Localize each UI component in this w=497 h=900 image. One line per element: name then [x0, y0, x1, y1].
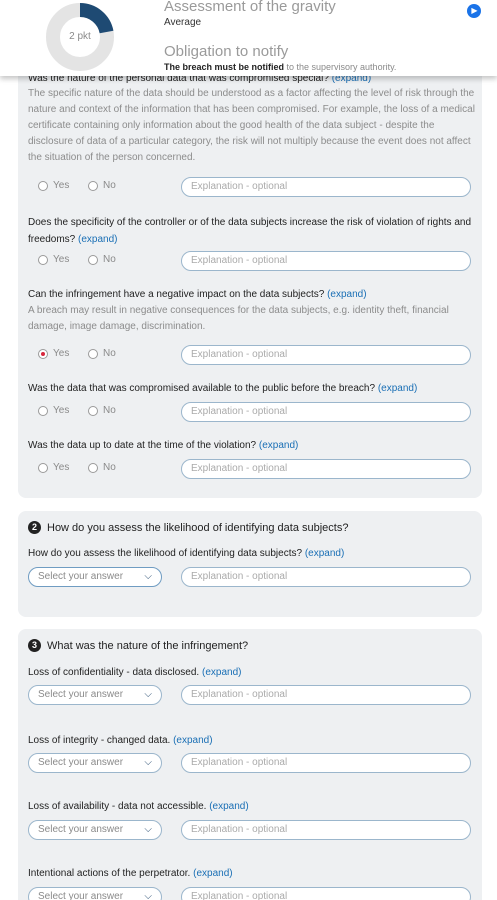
- radio-circle[interactable]: [38, 462, 48, 473]
- answer-select[interactable]: Select your answer ⌵: [28, 567, 162, 587]
- section-2-title: 2 How do you assess the likelihood of id…: [28, 521, 348, 534]
- expand-link[interactable]: (expand): [327, 289, 366, 300]
- section-number-badge: 2: [28, 521, 41, 534]
- explanation-input[interactable]: Explanation - optional: [181, 820, 471, 840]
- chevron-down-icon: ⌵: [144, 824, 152, 835]
- section-2-card: 2 How do you assess the likelihood of id…: [18, 511, 482, 617]
- radio-no[interactable]: No: [88, 180, 116, 191]
- radio-yes[interactable]: Yes: [38, 462, 69, 473]
- radio-no[interactable]: No: [88, 462, 116, 473]
- explanation-input[interactable]: Explanation - optional: [181, 567, 471, 587]
- expand-link[interactable]: (expand): [259, 440, 298, 451]
- expand-link[interactable]: (expand): [193, 868, 232, 879]
- question-description: A breach may result in negative conseque…: [28, 305, 449, 332]
- radio-no[interactable]: No: [88, 254, 116, 265]
- radio-yes[interactable]: Yes: [38, 254, 69, 265]
- question-loss-availability: Loss of availability - data not accessib…: [28, 801, 249, 812]
- notification-notice: The breach must be notified to the super…: [164, 62, 396, 72]
- chevron-down-icon: ⌵: [144, 689, 152, 700]
- expand-link[interactable]: (expand): [305, 548, 344, 559]
- explanation-input[interactable]: Explanation - optional: [181, 402, 471, 422]
- radio-circle[interactable]: [88, 462, 98, 473]
- section-1-card: Was the nature of the personal data that…: [18, 40, 482, 498]
- gauge-score-label: 2 pkt: [69, 31, 91, 42]
- expand-link[interactable]: (expand): [78, 234, 117, 245]
- chevron-down-icon: ⌵: [144, 891, 152, 900]
- gravity-title: Assessment of the gravity: [164, 0, 336, 15]
- question-data-up-to-date: Was the data up to date at the time of t…: [28, 440, 299, 451]
- radio-circle[interactable]: [38, 180, 48, 191]
- answer-select[interactable]: Select your answer ⌵: [28, 820, 162, 840]
- explanation-input[interactable]: Explanation - optional: [181, 887, 471, 900]
- radio-circle-selected[interactable]: [38, 348, 48, 359]
- question-public-before-breach: Was the data that was compromised availa…: [28, 383, 418, 394]
- radio-circle[interactable]: [38, 254, 48, 265]
- radio-no[interactable]: No: [88, 405, 116, 416]
- question-loss-confidentiality: Loss of confidentiality - data disclosed…: [28, 667, 242, 678]
- question-loss-integrity: Loss of integrity - changed data. (expan…: [28, 735, 213, 746]
- question-negative-impact: Can the infringement have a negative imp…: [28, 289, 367, 300]
- explanation-input[interactable]: Explanation - optional: [181, 459, 471, 479]
- radio-circle[interactable]: [38, 405, 48, 416]
- radio-yes[interactable]: Yes: [38, 180, 69, 191]
- explanation-input[interactable]: Explanation - optional: [181, 177, 471, 197]
- question-controller-specificity: Does the specificity of the controller o…: [28, 217, 472, 245]
- radio-yes[interactable]: Yes: [38, 405, 69, 416]
- gravity-summary-header: 2 pkt Assessment of the gravity Average …: [0, 0, 497, 76]
- notice-bold: The breach must be notified: [164, 62, 285, 72]
- radio-circle[interactable]: [88, 405, 98, 416]
- radio-yes[interactable]: Yes: [38, 348, 69, 359]
- gravity-level: Average: [164, 17, 202, 28]
- explanation-input[interactable]: Explanation - optional: [181, 753, 471, 773]
- expand-link[interactable]: (expand): [173, 735, 212, 746]
- explanation-input[interactable]: Explanation - optional: [181, 345, 471, 365]
- chevron-down-icon: ⌵: [144, 571, 152, 582]
- chevron-down-icon: ⌵: [144, 757, 152, 768]
- explanation-input[interactable]: Explanation - optional: [181, 251, 471, 271]
- question-description: The specific nature of the data should b…: [28, 88, 475, 163]
- section-3-card: 3 What was the nature of the infringemen…: [18, 629, 482, 900]
- explanation-input[interactable]: Explanation - optional: [181, 685, 471, 705]
- expand-link[interactable]: (expand): [209, 801, 248, 812]
- radio-circle[interactable]: [88, 254, 98, 265]
- answer-select[interactable]: Select your answer ⌵: [28, 685, 162, 705]
- question-intentional-actions: Intentional actions of the perpetrator. …: [28, 868, 233, 879]
- radio-no[interactable]: No: [88, 348, 116, 359]
- answer-select[interactable]: Select your answer ⌵: [28, 753, 162, 773]
- answer-select[interactable]: Select your answer ⌵: [28, 887, 162, 900]
- section-3-title: 3 What was the nature of the infringemen…: [28, 639, 248, 652]
- section-number-badge: 3: [28, 639, 41, 652]
- play-icon[interactable]: ▶: [467, 4, 481, 18]
- radio-circle[interactable]: [88, 180, 98, 191]
- radio-circle[interactable]: [88, 348, 98, 359]
- obligation-title: Obligation to notify: [164, 43, 289, 60]
- expand-link[interactable]: (expand): [378, 383, 417, 394]
- expand-link[interactable]: (expand): [202, 667, 241, 678]
- notice-rest: to the supervisory authority.: [284, 62, 397, 72]
- question-identification-likelihood: How do you assess the likelihood of iden…: [28, 548, 345, 559]
